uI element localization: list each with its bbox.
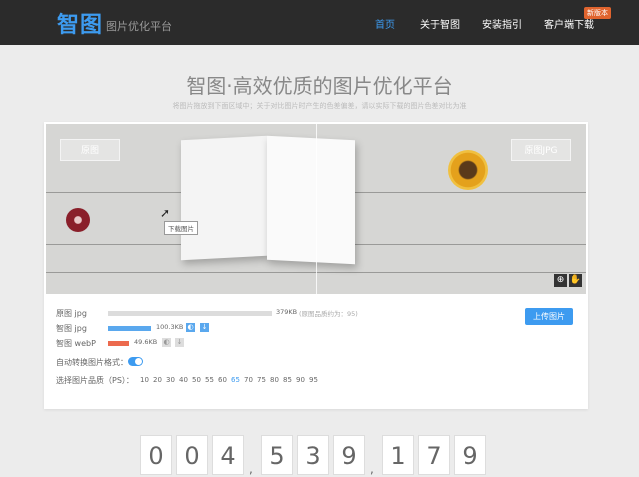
download-tooltip: 下载图片 (164, 221, 198, 235)
counter-separator: , (249, 462, 253, 476)
size-bar (108, 341, 129, 346)
download-icon[interactable]: ↓ (200, 323, 209, 332)
counter-separator: , (370, 462, 374, 476)
quality-option-95[interactable]: 95 (309, 376, 318, 384)
counter-digit: 4 (212, 435, 244, 475)
nav-install-guide[interactable]: 安装指引 (482, 16, 522, 31)
counter-digit: 9 (333, 435, 365, 475)
compare-divider[interactable] (316, 124, 317, 294)
result-row-webp: 智图 webP 49.6KB ◐ ↓ (56, 338, 516, 350)
result-row-original: 原图 jpg 379KB (原图品质约为：95) (56, 308, 516, 320)
counter-digit: 3 (297, 435, 329, 475)
download-icon[interactable]: ↓ (175, 338, 184, 347)
counter-digit: 1 (382, 435, 414, 475)
drop-hint: 将图片拖放到下面区域中；关于对比图片时产生的色差偏差，请以实际下载的图片色差对比… (172, 102, 467, 110)
sunflower-decoration (448, 150, 488, 190)
compare-icon[interactable]: ◐ (186, 323, 195, 332)
counter-digit: 5 (261, 435, 293, 475)
quality-option-75[interactable]: 75 (257, 376, 266, 384)
left-image-label: 原图 (60, 139, 120, 161)
counter-digit: 0 (140, 435, 172, 475)
nav-home[interactable]: 首页 (375, 16, 395, 31)
result-row-jpg: 智图 jpg 100.3KB ◐ ↓ (56, 323, 516, 335)
compare-icon[interactable]: ◐ (162, 338, 171, 347)
quality-option-85[interactable]: 85 (283, 376, 292, 384)
preview-tools: ⊕ ✋ (554, 274, 582, 287)
optimizer-card: 原图 原图JPG ⊕ ✋ 原图 jpg 379KB (原图品质约为：95) 智图… (44, 122, 588, 409)
upload-image-button[interactable]: 上传图片 (525, 308, 573, 325)
nav-about[interactable]: 关于智图 (420, 16, 460, 31)
result-size: 49.6KB (134, 338, 158, 346)
result-size: 379KB (276, 308, 298, 316)
quality-label: 选择图片品质（PS）： (56, 376, 134, 385)
logo-tagline: 图片优化平台 (106, 20, 172, 33)
counter-digit: 9 (454, 435, 486, 475)
result-note: (原图品质约为：95) (299, 310, 358, 318)
quality-option-80[interactable]: 80 (270, 376, 279, 384)
quality-option-10[interactable]: 10 (140, 376, 149, 384)
counter-digit: 7 (418, 435, 450, 475)
result-name: 智图 jpg (56, 324, 87, 333)
result-name: 智图 webP (56, 339, 96, 348)
quality-option-70[interactable]: 70 (244, 376, 253, 384)
quality-option-60[interactable]: 60 (218, 376, 227, 384)
quality-option-30[interactable]: 30 (166, 376, 175, 384)
auto-convert-row: 自动转换图片格式： (56, 357, 256, 369)
rose-decoration (66, 208, 90, 232)
quality-option-40[interactable]: 40 (179, 376, 188, 384)
new-version-badge: 新版本 (584, 7, 611, 19)
paper-left-page (181, 135, 267, 261)
quality-option-50[interactable]: 50 (192, 376, 201, 384)
quality-option-65[interactable]: 65 (231, 376, 240, 384)
quality-option-20[interactable]: 20 (153, 376, 162, 384)
mouse-cursor-icon: ➚ (160, 206, 171, 220)
hand-icon[interactable]: ✋ (569, 274, 582, 287)
auto-convert-label: 自动转换图片格式： (56, 358, 128, 367)
size-bar (108, 326, 151, 331)
right-image-label: 原图JPG (511, 139, 571, 161)
result-size: 100.3KB (156, 323, 184, 331)
auto-convert-toggle[interactable] (128, 357, 143, 366)
paper-right-page (267, 135, 355, 265)
result-name: 原图 jpg (56, 309, 87, 318)
page-title: 智图·高效优质的图片优化平台 (186, 74, 453, 98)
size-bar (108, 311, 272, 316)
counter-digit: 0 (176, 435, 208, 475)
quality-option-90[interactable]: 90 (296, 376, 305, 384)
logo[interactable]: 智图 (57, 7, 103, 39)
image-preview[interactable]: 原图 原图JPG ⊕ ✋ (46, 124, 586, 294)
zoom-icon[interactable]: ⊕ (554, 274, 567, 287)
top-navbar: 智图 图片优化平台 首页 关于智图 安装指引 客户端下载 新版本 (0, 0, 639, 45)
quality-option-55[interactable]: 55 (205, 376, 214, 384)
